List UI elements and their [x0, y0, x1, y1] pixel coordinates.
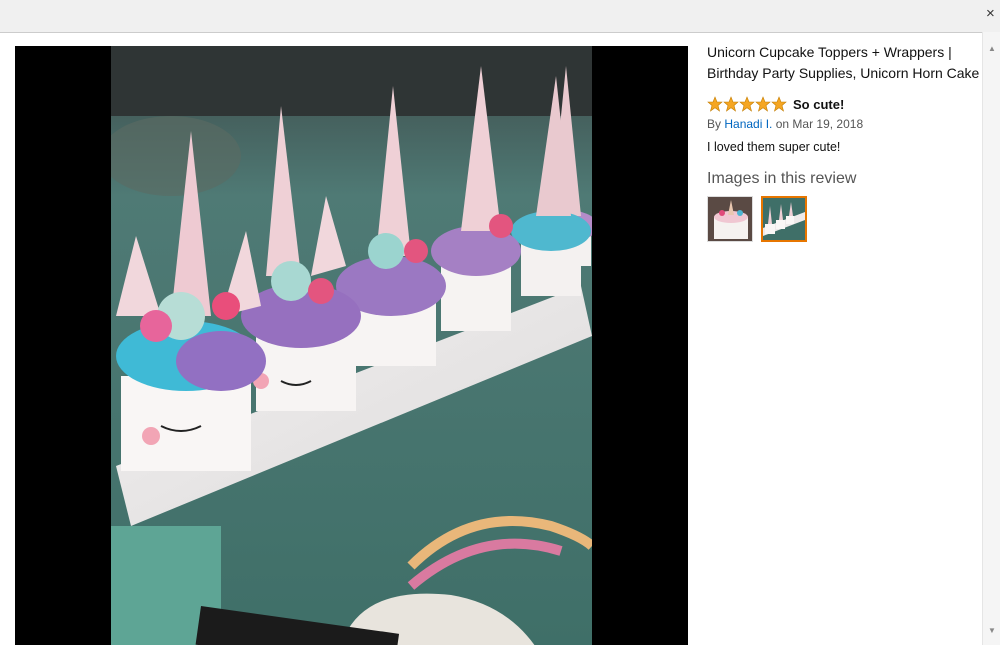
review-photo	[111, 46, 592, 645]
author-link[interactable]: Hanadi I.	[724, 117, 772, 131]
review-title: So cute!	[793, 96, 845, 112]
scroll-down-icon[interactable]: ▼	[987, 626, 997, 636]
cupcakes-photo-icon	[763, 198, 805, 240]
review-panel: Unicorn Cupcake Toppers + Wrappers | Bir…	[707, 42, 981, 242]
star-icon	[723, 96, 739, 112]
lightbox-header: ×	[0, 0, 1000, 33]
images-heading: Images in this review	[707, 170, 857, 187]
thumbnail-strip	[707, 196, 981, 242]
star-icon	[739, 96, 755, 112]
review-body: I loved them super cute!	[707, 140, 841, 154]
review-date: on Mar 19, 2018	[775, 117, 864, 131]
close-icon[interactable]: ×	[986, 6, 1000, 22]
star-rating	[707, 96, 787, 112]
vertical-scrollbar[interactable]: ▲ ▼	[982, 32, 1000, 645]
cake-photo-icon	[708, 197, 752, 241]
star-icon	[771, 96, 787, 112]
thumbnail-2[interactable]	[761, 196, 807, 242]
byline-prefix: By	[707, 117, 722, 131]
star-icon	[707, 96, 723, 112]
star-icon	[755, 96, 771, 112]
thumbnail-1[interactable]	[707, 196, 753, 242]
cupcakes-photo-icon	[111, 46, 592, 645]
product-title-line[interactable]: Unicorn Cupcake Toppers + Wrappers |	[707, 42, 981, 63]
rating-row: So cute!	[707, 94, 981, 114]
product-title[interactable]: Unicorn Cupcake Toppers + Wrappers | Bir…	[707, 42, 981, 84]
scroll-up-icon[interactable]: ▲	[987, 44, 997, 54]
product-title-line[interactable]: Birthday Party Supplies, Unicorn Horn Ca…	[707, 63, 981, 84]
review-byline: By Hanadi I. on Mar 19, 2018	[707, 117, 981, 131]
image-viewer	[15, 46, 688, 645]
